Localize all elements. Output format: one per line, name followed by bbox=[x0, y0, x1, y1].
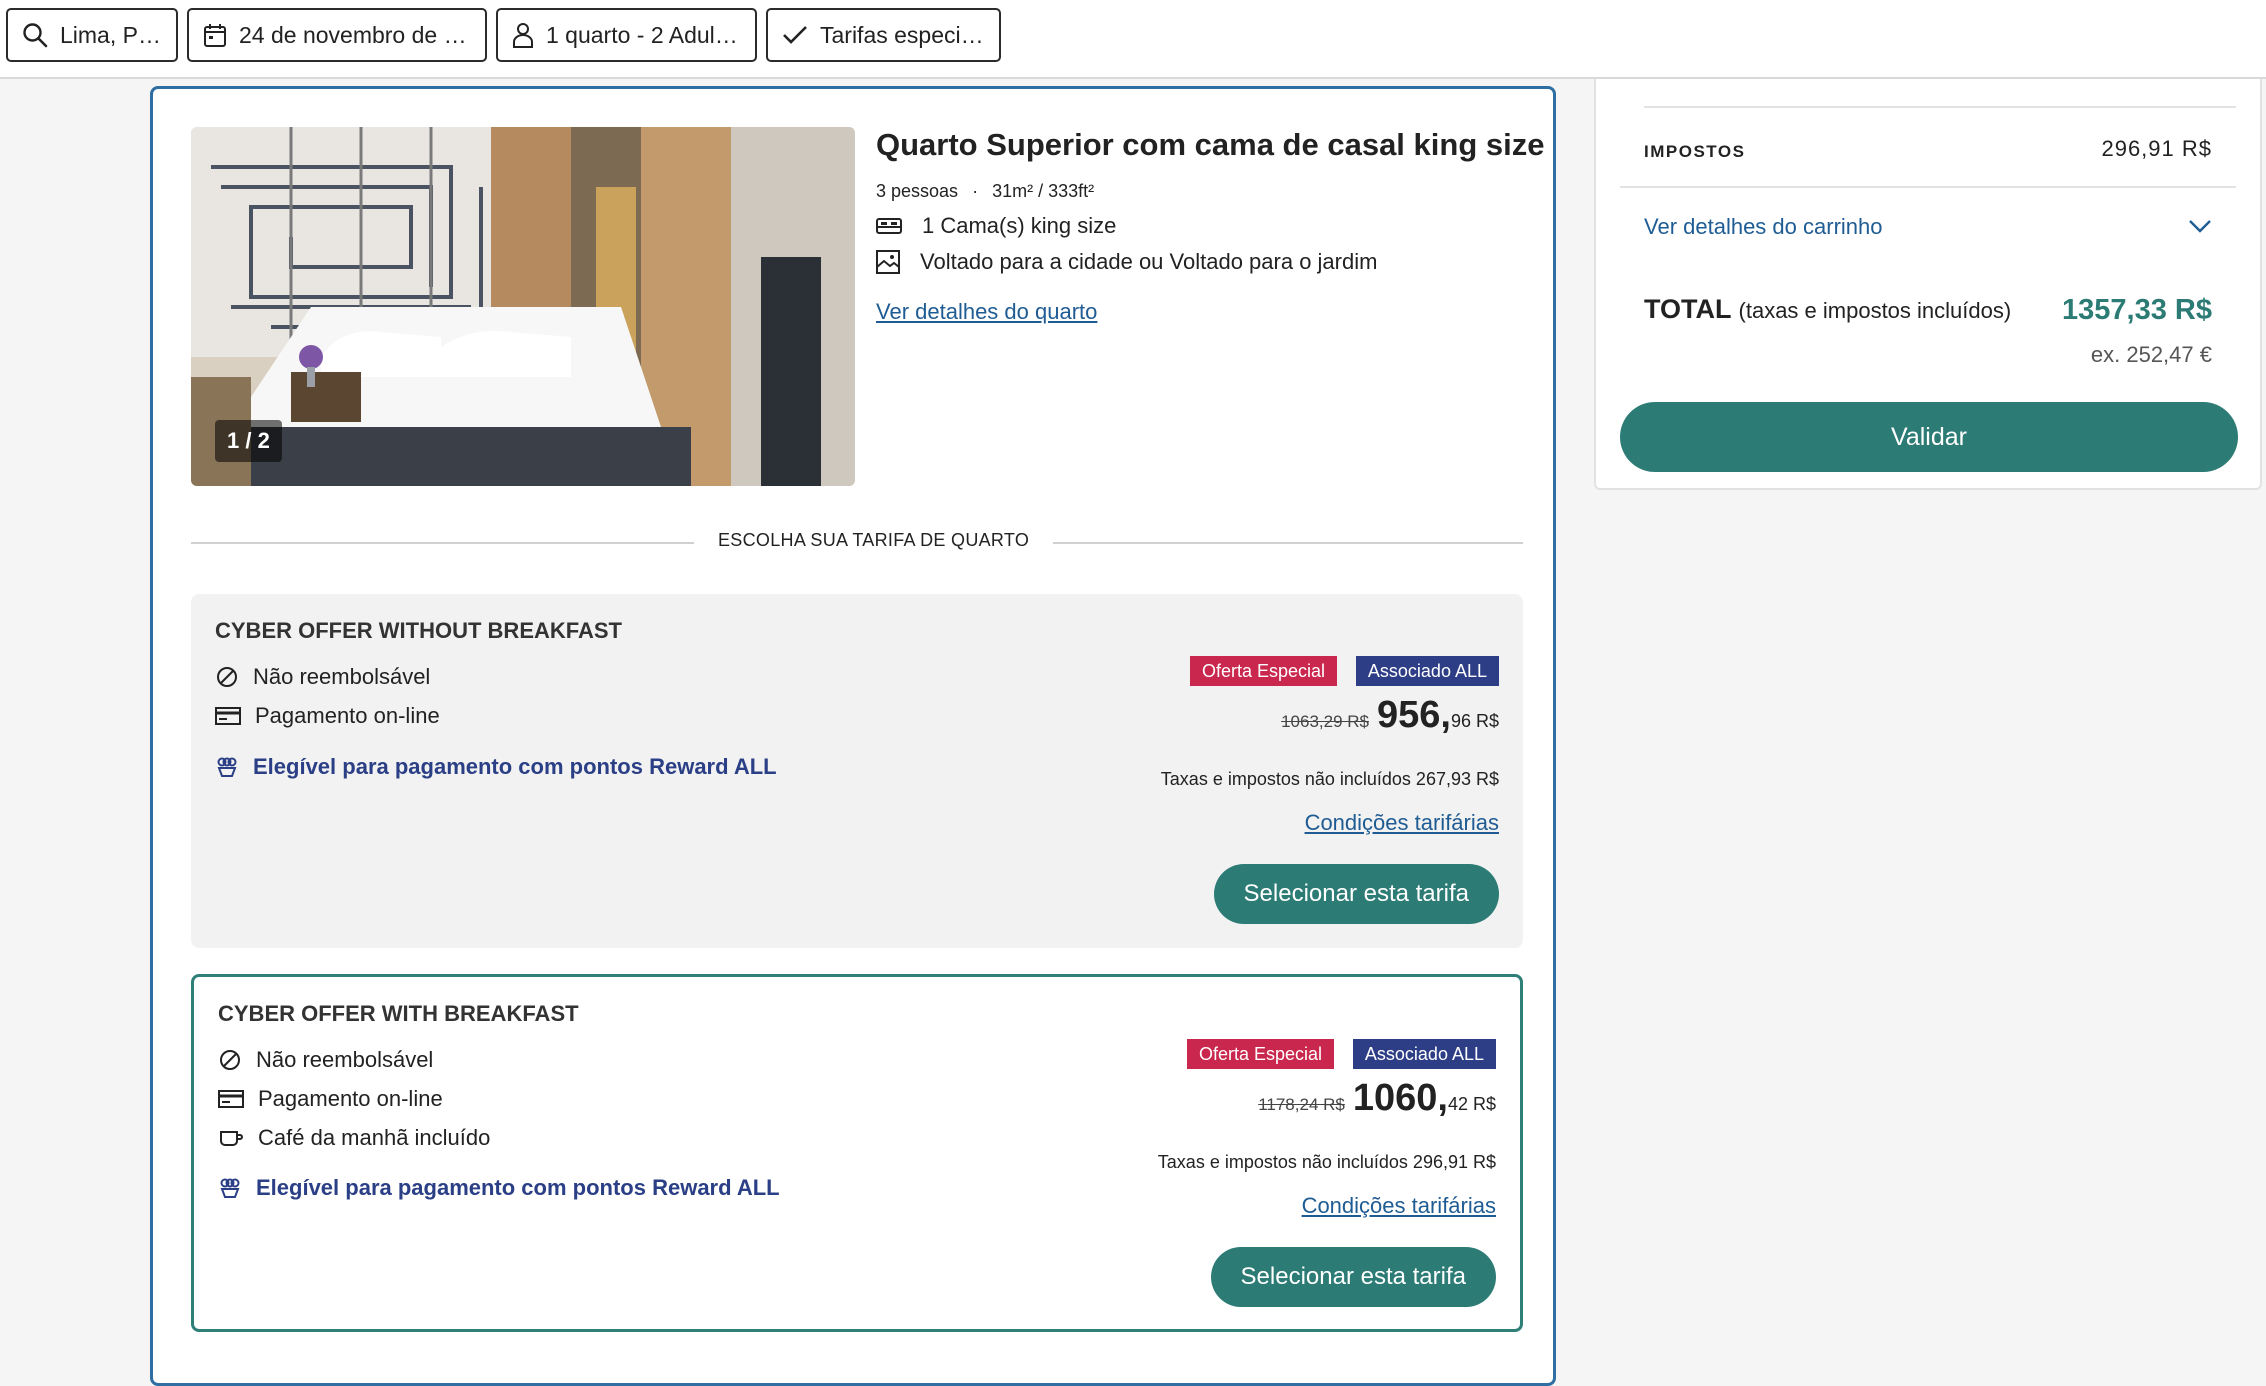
rate-payment: Pagamento on-line bbox=[215, 703, 440, 729]
taxes-value: 296,91 R$ bbox=[2101, 136, 2212, 161]
total-label-text: TOTAL bbox=[1644, 294, 1731, 324]
special-rates-chip[interactable]: Tarifas especiais bbox=[766, 8, 1001, 62]
view-icon bbox=[876, 250, 900, 274]
coffee-cup-icon bbox=[220, 1131, 243, 1146]
bed-text: 1 Cama(s) king size bbox=[922, 213, 1117, 238]
special-offer-badge: Oferta Especial bbox=[1189, 656, 1337, 686]
cart-details-link[interactable]: Ver detalhes do carrinho bbox=[1644, 214, 1883, 240]
total-value: 1357,33 R$ bbox=[2062, 294, 2212, 326]
chevron-down-icon[interactable] bbox=[2188, 218, 2212, 234]
location-text: Lima, Peru bbox=[60, 21, 162, 48]
meta-separator: · bbox=[972, 181, 979, 201]
cart-summary: IMPOSTOS 296,91 R$ Ver detalhes do carri… bbox=[1594, 40, 2262, 490]
image-counter: 1 / 2 bbox=[215, 420, 282, 462]
reward-text: Elegível para pagamento com pontos Rewar… bbox=[256, 1175, 780, 1200]
occupancy-text: 1 quarto - 2 Adultos bbox=[546, 21, 741, 48]
rate-price: 1178,24 R$ 1060,42 R$ bbox=[1258, 1077, 1496, 1120]
rate-payment: Pagamento on-line bbox=[218, 1086, 443, 1112]
occupancy-chip[interactable]: 1 quarto - 2 Adultos bbox=[496, 8, 757, 62]
person-icon bbox=[513, 23, 533, 48]
location-chip[interactable]: Lima, Peru bbox=[6, 8, 178, 62]
old-price: 1178,24 R$ bbox=[1258, 1095, 1345, 1114]
rate-price: 1063,29 R$ 956,96 R$ bbox=[1281, 694, 1499, 737]
select-rate-button[interactable]: Selecionar esta tarifa bbox=[1213, 864, 1499, 924]
no-refund-icon bbox=[220, 1050, 240, 1070]
dates-text: 24 de novembro de 2... bbox=[239, 21, 471, 48]
member-badge: Associado ALL bbox=[1352, 1039, 1496, 1069]
rate-title: CYBER OFFER WITH BREAKFAST bbox=[218, 1001, 579, 1026]
room-photo-image bbox=[191, 127, 855, 486]
room-meta: 3 pessoas · 31m² / 333ft² bbox=[876, 181, 1094, 202]
rate-reward: Elegível para pagamento com pontos Rewar… bbox=[218, 1175, 780, 1201]
breakfast-text: Café da manhã incluído bbox=[258, 1125, 491, 1150]
non-refundable-text: Não reembolsável bbox=[256, 1047, 434, 1072]
room-details-link[interactable]: Ver detalhes do quarto bbox=[876, 299, 1097, 325]
reward-icon bbox=[217, 757, 237, 777]
search-icon bbox=[23, 23, 48, 48]
price-cents: 96 R$ bbox=[1450, 711, 1499, 731]
room-size: 31m² / 333ft² bbox=[992, 181, 1095, 201]
taxes-label: IMPOSTOS bbox=[1644, 142, 1746, 161]
reward-icon bbox=[220, 1178, 240, 1198]
rate-conditions-link[interactable]: Condições tarifárias bbox=[1305, 810, 1499, 836]
special-offer-badge: Oferta Especial bbox=[1186, 1039, 1334, 1069]
bed-icon bbox=[876, 218, 902, 234]
price-main: 1060, bbox=[1352, 1077, 1448, 1119]
select-rate-button[interactable]: Selecionar esta tarifa bbox=[1210, 1247, 1496, 1307]
room-capacity: 3 pessoas bbox=[876, 181, 959, 201]
bed-feature: 1 Cama(s) king size bbox=[876, 213, 1116, 239]
reward-text: Elegível para pagamento com pontos Rewar… bbox=[253, 754, 777, 779]
non-refundable-text: Não reembolsável bbox=[253, 664, 431, 689]
total-eur: ex. 252,47 € bbox=[2090, 342, 2212, 367]
room-card: 1 / 2 Quarto Superior com cama de casal … bbox=[150, 86, 1556, 1386]
tax-text: Taxas e impostos não incluídos 296,91 R$ bbox=[1157, 1152, 1496, 1172]
view-feature: Voltado para a cidade ou Voltado para o … bbox=[876, 249, 1377, 275]
total-note: (taxas e impostos incluídos) bbox=[1738, 298, 2012, 323]
room-photo[interactable]: 1 / 2 bbox=[191, 127, 855, 486]
dates-chip[interactable]: 24 de novembro de 2... bbox=[187, 8, 487, 62]
credit-card-icon bbox=[218, 1090, 244, 1108]
checkmark-icon bbox=[783, 26, 807, 44]
payment-text: Pagamento on-line bbox=[258, 1086, 443, 1111]
summary-divider bbox=[1620, 186, 2236, 188]
tax-text: Taxas e impostos não incluídos 267,93 R$ bbox=[1160, 769, 1499, 789]
no-refund-icon bbox=[217, 667, 237, 687]
price-main: 956, bbox=[1376, 694, 1451, 736]
calendar-icon bbox=[204, 24, 226, 47]
payment-text: Pagamento on-line bbox=[255, 703, 440, 728]
validate-button[interactable]: Validar bbox=[1620, 402, 2238, 472]
special-rates-text: Tarifas especiais bbox=[820, 21, 985, 48]
rate-section-label: ESCOLHA SUA TARIFA DE QUARTO bbox=[694, 530, 1054, 551]
rate-card-with-breakfast: CYBER OFFER WITH BREAKFAST Não reembolsá… bbox=[191, 974, 1523, 1332]
rate-policy: Não reembolsável bbox=[218, 1047, 433, 1073]
rate-breakfast: Café da manhã incluído bbox=[218, 1125, 490, 1151]
search-bar: Lima, Peru 24 de novembro de 2... 1 quar… bbox=[0, 0, 2266, 79]
rate-conditions-link[interactable]: Condições tarifárias bbox=[1302, 1193, 1496, 1219]
price-cents: 42 R$ bbox=[1447, 1094, 1496, 1114]
rate-policy: Não reembolsável bbox=[215, 664, 430, 690]
view-text: Voltado para a cidade ou Voltado para o … bbox=[920, 249, 1378, 274]
member-badge: Associado ALL bbox=[1355, 656, 1499, 686]
summary-divider bbox=[1644, 106, 2236, 108]
rate-title: CYBER OFFER WITHOUT BREAKFAST bbox=[215, 618, 622, 643]
rate-card-without-breakfast: CYBER OFFER WITHOUT BREAKFAST Não reembo… bbox=[191, 594, 1523, 948]
credit-card-icon bbox=[215, 707, 241, 725]
total-label: TOTAL (taxas e impostos incluídos) bbox=[1644, 294, 2011, 325]
old-price: 1063,29 R$ bbox=[1281, 712, 1369, 731]
room-title: Quarto Superior com cama de casal king s… bbox=[876, 127, 1545, 162]
rate-reward: Elegível para pagamento com pontos Rewar… bbox=[215, 754, 777, 780]
